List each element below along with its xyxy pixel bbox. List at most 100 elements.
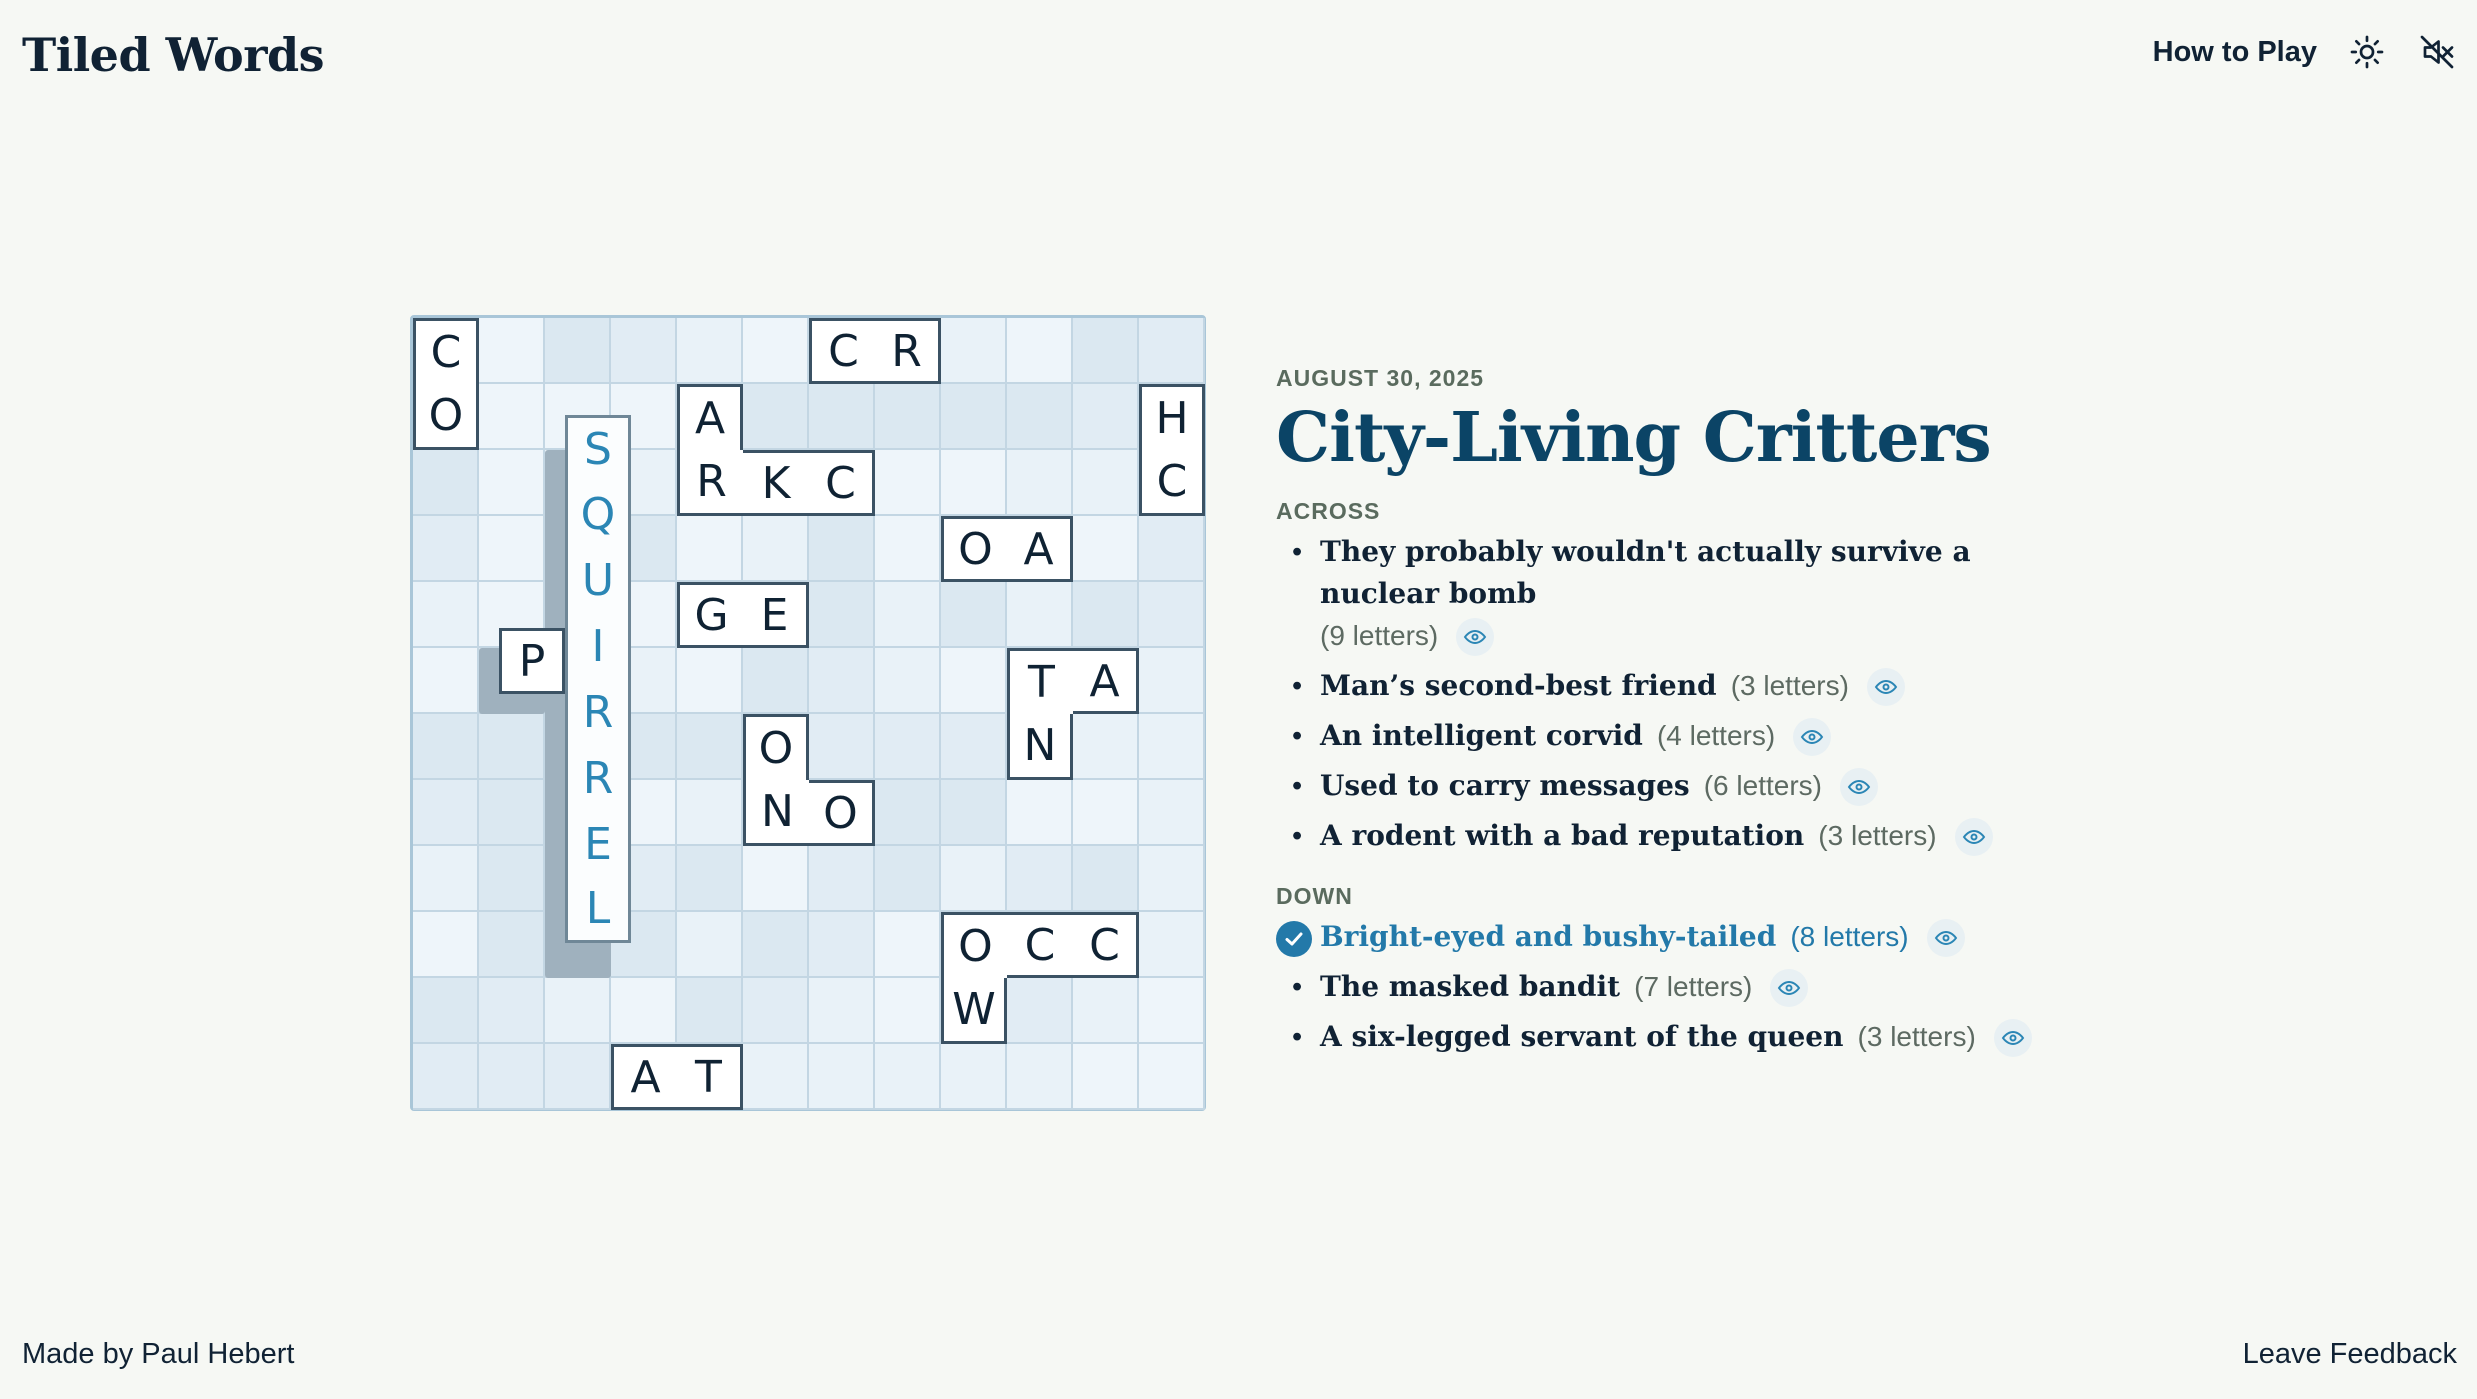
board-cell[interactable] <box>413 582 479 648</box>
board-cell[interactable] <box>1007 318 1073 384</box>
board-cell[interactable] <box>1073 846 1139 912</box>
board-cell[interactable] <box>413 648 479 714</box>
board-cell[interactable] <box>677 846 743 912</box>
board-cell[interactable] <box>677 318 743 384</box>
board-cell[interactable] <box>743 384 809 450</box>
board-cell[interactable] <box>809 648 875 714</box>
board-cell[interactable] <box>1139 516 1205 582</box>
reveal-button[interactable] <box>1926 919 1965 958</box>
board-cell[interactable] <box>1007 978 1073 1044</box>
reveal-button[interactable] <box>1867 668 1906 707</box>
board-cell[interactable] <box>875 714 941 780</box>
board-cell[interactable] <box>1139 1044 1205 1110</box>
board-cell[interactable] <box>1139 978 1205 1044</box>
board-cell[interactable] <box>809 384 875 450</box>
board-cell[interactable] <box>1073 318 1139 384</box>
board-cell[interactable] <box>611 978 677 1044</box>
reveal-button[interactable] <box>1993 1019 2032 1058</box>
board-cell[interactable] <box>677 648 743 714</box>
clue-across-5[interactable]: • A rodent with a bad reputation (3 lett… <box>1276 815 2076 857</box>
board-cell[interactable] <box>413 978 479 1044</box>
board-cell[interactable] <box>1139 714 1205 780</box>
board-cell[interactable] <box>743 912 809 978</box>
board-cell[interactable] <box>941 846 1007 912</box>
board-cell[interactable] <box>677 978 743 1044</box>
board-cell[interactable] <box>1139 780 1205 846</box>
board-cell[interactable] <box>413 846 479 912</box>
board-cell[interactable] <box>1073 450 1139 516</box>
board-cell[interactable] <box>809 1044 875 1110</box>
board-cell[interactable] <box>1139 912 1205 978</box>
board-cell[interactable] <box>413 450 479 516</box>
board-cell[interactable] <box>941 1044 1007 1110</box>
board-cell[interactable] <box>413 516 479 582</box>
board-cell[interactable] <box>743 318 809 384</box>
board-cell[interactable] <box>941 384 1007 450</box>
board-cell[interactable] <box>545 978 611 1044</box>
board-cell[interactable] <box>875 780 941 846</box>
board-cell[interactable] <box>1139 846 1205 912</box>
clue-down-1[interactable]: Bright-eyed and bushy-tailed (8 letters) <box>1276 916 2076 958</box>
board-cell[interactable] <box>875 978 941 1044</box>
board-cell[interactable] <box>545 318 611 384</box>
board-cell[interactable] <box>677 516 743 582</box>
board-cell[interactable] <box>1007 384 1073 450</box>
board-cell[interactable] <box>413 780 479 846</box>
board-cell[interactable] <box>875 450 941 516</box>
board-cell[interactable] <box>479 318 545 384</box>
board-cell[interactable] <box>875 912 941 978</box>
board-cell[interactable] <box>479 450 545 516</box>
board-cell[interactable] <box>743 516 809 582</box>
board-cell[interactable] <box>743 978 809 1044</box>
sound-toggle-button[interactable] <box>2417 32 2457 72</box>
board-cell[interactable] <box>809 846 875 912</box>
clue-down-3[interactable]: • A six-legged servant of the queen (3 l… <box>1276 1016 2076 1058</box>
reveal-button[interactable] <box>1456 618 1495 657</box>
board-cell[interactable] <box>875 1044 941 1110</box>
board-cell[interactable] <box>479 714 545 780</box>
board-cell[interactable] <box>875 846 941 912</box>
board-cell[interactable] <box>413 714 479 780</box>
board-cell[interactable] <box>875 648 941 714</box>
leave-feedback-link[interactable]: Leave Feedback <box>2243 1338 2457 1371</box>
board-cell[interactable] <box>875 384 941 450</box>
theme-toggle-button[interactable] <box>2347 32 2387 72</box>
board-cell[interactable] <box>1007 582 1073 648</box>
board-cell[interactable] <box>1073 714 1139 780</box>
board-cell[interactable] <box>941 450 1007 516</box>
how-to-play-link[interactable]: How to Play <box>2153 36 2317 69</box>
board-cell[interactable] <box>941 582 1007 648</box>
board-cell[interactable] <box>809 978 875 1044</box>
clue-down-2[interactable]: • The masked bandit (7 letters) <box>1276 966 2076 1008</box>
board-cell[interactable] <box>479 516 545 582</box>
board-cell[interactable] <box>743 648 809 714</box>
board-cell[interactable] <box>1007 1044 1073 1110</box>
clue-across-1[interactable]: • They probably wouldn't actually surviv… <box>1276 531 2056 657</box>
board-cell[interactable] <box>1073 1044 1139 1110</box>
board-cell[interactable] <box>941 648 1007 714</box>
board-cell[interactable] <box>743 846 809 912</box>
board-cell[interactable] <box>941 318 1007 384</box>
clue-across-4[interactable]: • Used to carry messages (6 letters) <box>1276 765 2076 807</box>
reveal-button[interactable] <box>1840 768 1879 807</box>
reveal-button[interactable] <box>1793 718 1832 757</box>
board-cell[interactable] <box>1007 450 1073 516</box>
board-cell[interactable] <box>941 780 1007 846</box>
clue-across-2[interactable]: • Man’s second-best friend (3 letters) <box>1276 665 2076 707</box>
board-cell[interactable] <box>611 318 677 384</box>
board-cell[interactable] <box>1139 318 1205 384</box>
board-cell[interactable] <box>1073 978 1139 1044</box>
board-cell[interactable] <box>479 978 545 1044</box>
clue-across-3[interactable]: • An intelligent corvid (4 letters) <box>1276 715 2076 757</box>
board-cell[interactable] <box>677 780 743 846</box>
reveal-button[interactable] <box>1954 818 1993 857</box>
board-cell[interactable] <box>809 912 875 978</box>
board-cell[interactable] <box>809 714 875 780</box>
board-cell[interactable] <box>1007 846 1073 912</box>
board-cell[interactable] <box>479 1044 545 1110</box>
board-cell[interactable] <box>479 780 545 846</box>
board-cell[interactable] <box>479 384 545 450</box>
board-cell[interactable] <box>875 582 941 648</box>
board-cell[interactable] <box>479 846 545 912</box>
board-cell[interactable] <box>875 516 941 582</box>
